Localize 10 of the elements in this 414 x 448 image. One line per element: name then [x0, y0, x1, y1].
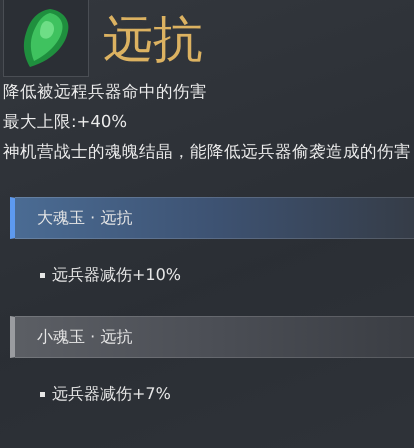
effect-text: 远兵器减伤+7%: [52, 384, 171, 405]
tier-header: 小魂玉 · 远抗: [10, 316, 414, 358]
item-title: 远抗: [103, 8, 203, 70]
effect-text: 远兵器减伤+10%: [52, 265, 181, 286]
item-description: 降低被远程兵器命中的伤害: [3, 82, 207, 101]
tier-header: 大魂玉 · 远抗: [10, 197, 414, 239]
bullet-icon: [40, 392, 45, 397]
item-description: 神机营战士的魂魄结晶，能降低远兵器偷袭造成的伤害: [3, 142, 411, 161]
item-description: 最大上限:+40%: [3, 112, 128, 131]
bullet-icon: [40, 273, 45, 278]
